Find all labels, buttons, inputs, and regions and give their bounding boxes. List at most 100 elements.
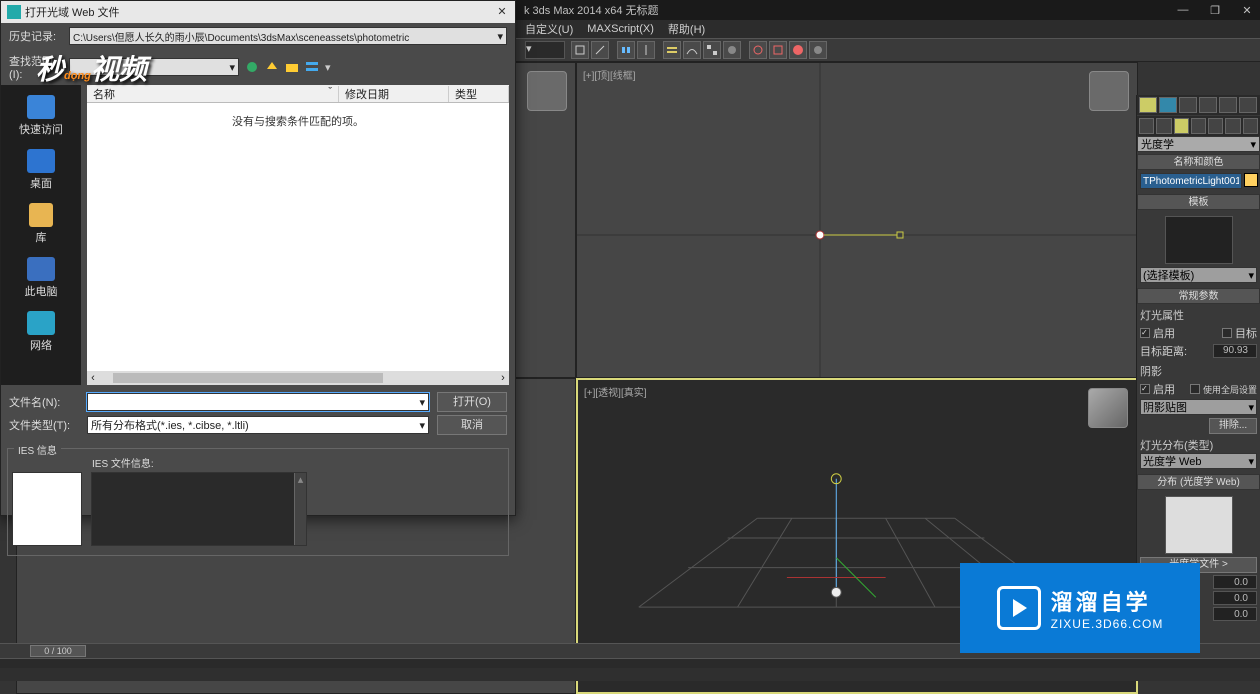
- object-name-input[interactable]: [1140, 173, 1242, 189]
- rot-x-spinner[interactable]: [1213, 575, 1257, 589]
- create-tab-icon[interactable]: [1139, 97, 1157, 113]
- modify-tab-icon[interactable]: [1159, 97, 1177, 113]
- new-folder-icon[interactable]: [285, 60, 299, 74]
- category-dropdown[interactable]: 光度学▾: [1137, 136, 1260, 152]
- app-icon: [7, 5, 21, 19]
- angle-snap-icon[interactable]: [591, 41, 609, 59]
- file-list-header: 名称 ˇ 修改日期 类型: [87, 85, 509, 103]
- render-icon[interactable]: [789, 41, 807, 59]
- web-file-button[interactable]: 光度学文件 >: [1140, 557, 1257, 573]
- back-icon[interactable]: [245, 60, 259, 74]
- shadow-type-select[interactable]: 阴影贴图▾: [1140, 399, 1257, 415]
- viewcube-icon[interactable]: [1088, 388, 1128, 428]
- rot-y-spinner[interactable]: [1213, 591, 1257, 605]
- col-name[interactable]: 名称 ˇ: [87, 86, 339, 102]
- material-editor-icon[interactable]: [723, 41, 741, 59]
- look-in-combo[interactable]: ▾: [69, 58, 239, 76]
- use-global-checkbox[interactable]: [1190, 384, 1200, 394]
- menu-customize[interactable]: 自定义(U): [525, 21, 573, 37]
- shadow-on-checkbox[interactable]: [1140, 384, 1150, 394]
- rollout-template[interactable]: 模板: [1137, 194, 1260, 210]
- exclude-button[interactable]: 排除...: [1209, 418, 1257, 434]
- schematic-icon[interactable]: [703, 41, 721, 59]
- enable-checkbox[interactable]: [1140, 328, 1150, 338]
- rot-z-spinner[interactable]: [1213, 607, 1257, 621]
- up-icon[interactable]: [265, 60, 279, 74]
- toolbar-dropdown[interactable]: ▾: [525, 41, 565, 59]
- render-last-icon[interactable]: [809, 41, 827, 59]
- empty-message: 没有与搜索条件匹配的项。: [87, 103, 509, 129]
- ies-info-textarea[interactable]: ▴: [91, 472, 307, 546]
- grid-icon: [577, 63, 1137, 377]
- mirror-icon[interactable]: [637, 41, 655, 59]
- menu-help[interactable]: 帮助(H): [668, 21, 705, 37]
- snap-toggle-icon[interactable]: [571, 41, 589, 59]
- light-props-label: 灯光属性: [1140, 307, 1257, 323]
- history-combo[interactable]: C:\Users\但愿人长久的雨小辰\Documents\3dsMax\scen…: [69, 27, 507, 45]
- timeline: 0 / 100: [0, 643, 1260, 681]
- window-controls: — ❐ ✕: [1174, 4, 1256, 17]
- rollout-distribution[interactable]: 分布 (光度学 Web): [1137, 474, 1260, 490]
- viewport-top-right[interactable]: [+][顶][线框]: [576, 62, 1138, 378]
- place-libraries[interactable]: 库: [9, 199, 73, 249]
- hierarchy-tab-icon[interactable]: [1179, 97, 1197, 113]
- time-ruler[interactable]: [0, 658, 1260, 668]
- curve-editor-icon[interactable]: [683, 41, 701, 59]
- look-in-label: 查找范围(I):: [9, 53, 63, 81]
- filename-input[interactable]: ▾: [87, 393, 429, 411]
- filetype-combo[interactable]: 所有分布格式(*.ies, *.cibse, *.ltli)▾: [87, 416, 429, 434]
- view-menu-arrow-icon[interactable]: ▾: [325, 61, 331, 74]
- render-setup-icon[interactable]: [749, 41, 767, 59]
- command-panel-tabs: [1137, 95, 1260, 115]
- minimize-button[interactable]: —: [1174, 4, 1192, 17]
- dialog-titlebar: 打开光域 Web 文件 ✕: [1, 1, 515, 23]
- cameras-icon[interactable]: [1191, 118, 1206, 134]
- helpers-icon[interactable]: [1208, 118, 1223, 134]
- utilities-tab-icon[interactable]: [1239, 97, 1257, 113]
- ies-group-title: IES 信息: [14, 442, 61, 457]
- file-list[interactable]: 名称 ˇ 修改日期 类型 没有与搜索条件匹配的项。 ‹ ›: [87, 85, 509, 385]
- motion-tab-icon[interactable]: [1199, 97, 1217, 113]
- horizontal-scrollbar[interactable]: ‹ ›: [87, 371, 509, 385]
- ies-info-scrollbar[interactable]: ▴: [294, 473, 306, 545]
- place-network[interactable]: 网络: [9, 307, 73, 357]
- history-label: 历史记录:: [9, 28, 63, 44]
- display-tab-icon[interactable]: [1219, 97, 1237, 113]
- layer-manager-icon[interactable]: [663, 41, 681, 59]
- status-line: [0, 668, 1260, 682]
- dialog-title: 打开光域 Web 文件: [25, 4, 120, 20]
- template-select[interactable]: (选择模板)▾: [1140, 267, 1257, 283]
- align-icon[interactable]: [617, 41, 635, 59]
- place-desktop[interactable]: 桌面: [9, 145, 73, 195]
- close-button[interactable]: ✕: [1238, 4, 1256, 17]
- place-quick-access[interactable]: 快速访问: [9, 91, 73, 141]
- maximize-button[interactable]: ❐: [1206, 4, 1224, 17]
- target-checkbox[interactable]: [1222, 328, 1232, 338]
- rollout-name-color[interactable]: 名称和颜色: [1137, 154, 1260, 170]
- viewcube-icon[interactable]: [1089, 71, 1129, 111]
- systems-icon[interactable]: [1243, 118, 1258, 134]
- col-type[interactable]: 类型: [449, 86, 509, 102]
- cancel-button[interactable]: 取消: [437, 415, 507, 435]
- lights-icon[interactable]: [1174, 118, 1189, 134]
- view-menu-icon[interactable]: [305, 60, 319, 74]
- shapes-icon[interactable]: [1156, 118, 1171, 134]
- time-slider-knob[interactable]: 0 / 100: [30, 645, 86, 657]
- shadow-label: 阴影: [1140, 363, 1257, 379]
- distribution-type-select[interactable]: 光度学 Web▾: [1140, 453, 1257, 469]
- place-this-pc[interactable]: 此电脑: [9, 253, 73, 303]
- rollout-general[interactable]: 常规参数: [1137, 288, 1260, 304]
- time-slider[interactable]: 0 / 100: [0, 644, 1260, 658]
- open-button[interactable]: 打开(O): [437, 392, 507, 412]
- dialog-close-button[interactable]: ✕: [495, 5, 509, 19]
- col-date[interactable]: 修改日期: [339, 86, 449, 102]
- color-swatch[interactable]: [1244, 173, 1258, 187]
- render-frame-icon[interactable]: [769, 41, 787, 59]
- ies-file-info-label: IES 文件信息:: [92, 455, 504, 470]
- space-warps-icon[interactable]: [1225, 118, 1240, 134]
- command-panel: 光度学▾ 名称和颜色 模板 (选择模板)▾ 常规参数 灯光属性 启用 目标 目标…: [1136, 95, 1260, 681]
- menu-maxscript[interactable]: MAXScript(X): [587, 23, 654, 35]
- geom-icon[interactable]: [1139, 118, 1154, 134]
- viewcube-icon[interactable]: [527, 71, 567, 111]
- scrollbar-thumb[interactable]: [113, 373, 383, 383]
